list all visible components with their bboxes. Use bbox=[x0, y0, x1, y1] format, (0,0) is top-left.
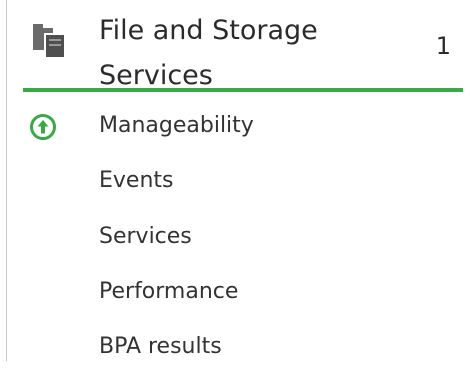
row-label-bpa-results: BPA results bbox=[99, 334, 222, 359]
status-bar bbox=[23, 88, 463, 92]
row-label-performance: Performance bbox=[99, 279, 239, 304]
tile-count: 1 bbox=[435, 32, 451, 60]
row-services[interactable]: Services bbox=[7, 212, 470, 262]
row-performance[interactable]: Performance bbox=[7, 267, 470, 317]
up-arrow-circle-icon bbox=[30, 114, 56, 140]
tile-header[interactable]: File and Storage Services 1 bbox=[7, 0, 470, 92]
server-role-tile: File and Storage Services 1 Manageabilit… bbox=[6, 0, 470, 361]
row-bpa-results[interactable]: BPA results bbox=[7, 322, 470, 372]
row-label-events: Events bbox=[99, 168, 174, 193]
row-events[interactable]: Events bbox=[7, 156, 470, 206]
tile-title-line-1: File and Storage bbox=[99, 15, 318, 46]
folder-server-icon bbox=[33, 24, 66, 59]
row-label-services: Services bbox=[99, 224, 192, 249]
tile-title: File and Storage Services bbox=[99, 8, 399, 98]
row-label-manageability: Manageability bbox=[99, 113, 254, 138]
row-manageability[interactable]: Manageability bbox=[7, 101, 470, 151]
